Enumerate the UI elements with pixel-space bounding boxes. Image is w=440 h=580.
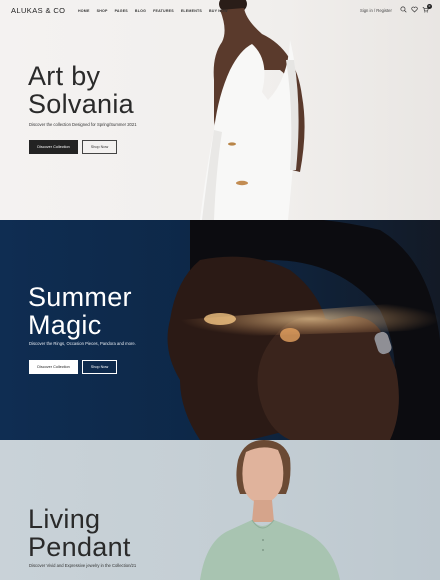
hero2-shop-now-button[interactable]: Shop Now bbox=[82, 360, 117, 374]
hero-living-pendant: Living Pendant Discover Vivid and Expres… bbox=[0, 440, 440, 580]
nav-features[interactable]: FEATURES bbox=[153, 9, 174, 13]
hero-summer-magic: Summer Magic Discover the Rings, Occasio… bbox=[0, 220, 440, 440]
hero3-title-line1: Living bbox=[28, 504, 101, 534]
hero1-title-line1: Art by bbox=[28, 61, 101, 91]
search-icon[interactable] bbox=[400, 6, 407, 13]
hero2-title-line1: Summer bbox=[28, 282, 132, 312]
cart-button[interactable]: 0 bbox=[422, 4, 432, 13]
nav-elements[interactable]: ELEMENTS bbox=[181, 9, 202, 13]
hero3-subtitle: Discover Vivid and Expressive jewelry in… bbox=[29, 563, 137, 568]
site-header: ALUKAS & CO HOME SHOP PAGES BLOG FEATURE… bbox=[0, 0, 440, 22]
main-nav: HOME SHOP PAGES BLOG FEATURES ELEMENTS B… bbox=[78, 9, 235, 13]
hero2-discover-collection-button[interactable]: Discover Collection bbox=[29, 360, 78, 374]
nav-buy-now[interactable]: BUY NOW bbox=[209, 9, 228, 13]
hero1-discover-collection-button[interactable]: Discover Collection bbox=[29, 140, 78, 154]
wishlist-heart-icon[interactable] bbox=[411, 6, 418, 13]
header-icons: 0 bbox=[400, 4, 432, 13]
hero-art-by-solvania: Art by Solvania Discover the collection … bbox=[0, 0, 440, 220]
cart-count-badge: 0 bbox=[427, 4, 432, 9]
hero1-subtitle: Discover the collection Designed for Spr… bbox=[29, 122, 137, 127]
sign-in-register-link[interactable]: Sign in / Register bbox=[360, 8, 392, 13]
hero2-title-line2: Magic bbox=[28, 310, 102, 340]
hero1-title-line2: Solvania bbox=[28, 89, 134, 119]
hero2-title: Summer Magic bbox=[28, 283, 132, 339]
site-logo[interactable]: ALUKAS & CO bbox=[11, 6, 65, 15]
hero1-shop-now-button[interactable]: Shop Now bbox=[82, 140, 117, 154]
nav-shop[interactable]: SHOP bbox=[97, 9, 108, 13]
nav-pages[interactable]: PAGES bbox=[115, 9, 128, 13]
hero3-title-line2: Pendant bbox=[28, 532, 131, 562]
nav-home[interactable]: HOME bbox=[78, 9, 90, 13]
nav-blog[interactable]: BLOG bbox=[135, 9, 146, 13]
hero2-subtitle: Discover the Rings, Occasion Pieces, Pan… bbox=[29, 341, 136, 346]
hero1-title: Art by Solvania bbox=[28, 62, 134, 118]
hero3-title: Living Pendant bbox=[28, 505, 131, 561]
